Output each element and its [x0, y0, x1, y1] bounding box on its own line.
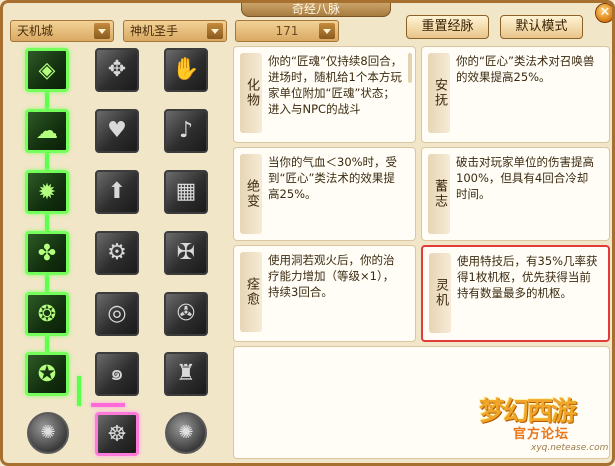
wall-icon: ▦: [175, 179, 197, 204]
trait-card[interactable]: 绝变 当你的气血＜30%时，受到“匠心”类法术的效果提高25%。: [233, 147, 416, 241]
bell-icon: ♪: [178, 118, 194, 143]
trait-card[interactable]: 痊愈 使用洞若观火后，你的治疗能力增加（等级×1），持续3回合。: [233, 245, 416, 342]
skill-r3c1[interactable]: ✹: [25, 170, 69, 214]
spiral-icon: ๑: [110, 361, 124, 386]
window-title: 奇经八脉: [241, 3, 391, 17]
path-line: [77, 376, 81, 406]
clover-knot-icon: ✥: [107, 57, 127, 82]
arrow-up-icon: ⬆: [107, 179, 127, 204]
trait-card-selected[interactable]: 灵机 使用特技后，有35%几率获得1枚机枢，优先获得当前持有数量最多的机枢。: [421, 245, 610, 342]
skill-r4c3[interactable]: ✠: [164, 231, 208, 275]
close-button[interactable]: ✕: [595, 3, 612, 23]
faction-dropdown[interactable]: 神机圣手: [123, 20, 227, 42]
skill-r2c3[interactable]: ♪: [164, 109, 208, 153]
default-mode-button[interactable]: 默认模式: [500, 15, 583, 39]
skill-r2c2[interactable]: ♥: [95, 109, 139, 153]
skill-r4c1[interactable]: ✤: [25, 231, 69, 275]
trait-desc: 你的“匠心”类法术对召唤兽的效果提高25%。: [456, 54, 595, 84]
school-dropdown[interactable]: 天机城: [10, 20, 114, 42]
trait-desc: 使用特技后，有35%几率获得1枚机枢，优先获得当前持有数量最多的机枢。: [457, 254, 598, 300]
trait-name: 安抚: [428, 53, 450, 133]
gear-flower-icon: ❂: [37, 302, 57, 327]
reset-meridian-button[interactable]: 重置经脉: [406, 15, 489, 39]
bonus-skill-right[interactable]: ✺: [165, 412, 207, 454]
trait-card[interactable]: 安抚 你的“匠心”类法术对召唤兽的效果提高25%。: [421, 46, 610, 143]
site-watermark: 梦幻西游 官方论坛 xyq.netease.com: [473, 391, 612, 461]
trait-desc: 破击对玩家单位的伤害提高100%，但具有4回合冷却时间。: [456, 155, 594, 201]
trait-card[interactable]: 蓄志 破击对玩家单位的伤害提高100%，但具有4回合冷却时间。: [421, 147, 610, 241]
trait-name: 灵机: [429, 253, 451, 333]
horn-icon: ✇: [176, 301, 196, 326]
skill-r5c3[interactable]: ✇: [164, 292, 208, 336]
bonus-skill-center[interactable]: ☸: [95, 412, 139, 456]
chain-icon: ✠: [176, 240, 196, 265]
skill-r1c3[interactable]: ✋: [164, 48, 208, 92]
trait-desc: 使用洞若观火后，你的治疗能力增加（等级×1），持续3回合。: [268, 253, 395, 299]
swirl-cloud-icon: ☁: [36, 119, 58, 144]
level-value: 171: [275, 24, 299, 38]
trait-name: 痊愈: [240, 252, 262, 332]
golem-icon: ♜: [176, 361, 196, 386]
faction-value: 神机圣手: [130, 24, 179, 38]
skill-r4c2[interactable]: ⚙: [95, 231, 139, 275]
watermark-sub: 官方论坛: [513, 427, 570, 442]
gear-circle-icon: ⚙: [107, 240, 127, 265]
trait-card[interactable]: 化物 你的“匠魂”仅持续8回合，进场时，随机给1个本方玩家单位附加“匠魂”状态；…: [233, 46, 416, 143]
chevron-down-icon[interactable]: [94, 23, 110, 39]
trait-desc: 当你的气血＜30%时，受到“匠心”类法术的效果提高25%。: [268, 155, 398, 201]
level-dropdown[interactable]: 171: [235, 20, 339, 42]
skill-r5c2[interactable]: ◎: [95, 292, 139, 336]
skill-r3c2[interactable]: ⬆: [95, 170, 139, 214]
watermark-url: xyq.netease.com: [531, 443, 609, 453]
meridian-window: 奇经八脉 ✕ 天机城 神机圣手 171 重置经脉 默认模式 ◈ ✥ ✋ ☁ ♥ …: [0, 0, 615, 466]
chevron-down-icon[interactable]: [319, 23, 335, 39]
skill-r6c1[interactable]: ✪: [25, 352, 69, 396]
diamond-rune-icon: ◈: [38, 58, 56, 83]
skill-tree: ◈ ✥ ✋ ☁ ♥ ♪ ✹ ⬆ ▦ ✤ ⚙ ✠ ❂ ◎ ✇ ✪ ๑ ♜ ✺ ☸ …: [13, 46, 228, 461]
trait-name: 蓄志: [428, 154, 450, 234]
orb-rune-icon: ✪: [37, 362, 57, 387]
trait-name: 绝变: [240, 154, 262, 234]
chevron-down-icon[interactable]: [207, 23, 223, 39]
trait-name: 化物: [240, 53, 262, 133]
skill-r3c3[interactable]: ▦: [164, 170, 208, 214]
bonus-skill-left[interactable]: ✺: [27, 412, 69, 454]
skill-r6c3[interactable]: ♜: [164, 352, 208, 396]
trait-desc: 你的“匠魂”仅持续8回合，进场时，随机给1个本方玩家单位附加“匠魂”状态；进入与…: [268, 54, 403, 116]
skill-r5c1[interactable]: ❂: [25, 292, 69, 336]
figure-rune-icon: ✤: [37, 241, 57, 266]
hand-icon: ✋: [172, 57, 200, 82]
skill-r6c2[interactable]: ๑: [95, 352, 139, 396]
skill-r2c1[interactable]: ☁: [25, 109, 69, 153]
path-line-alt: [91, 403, 125, 407]
school-value: 天机城: [17, 24, 54, 38]
spiral-coin-icon: ✺: [40, 422, 56, 443]
spiral-icon: ◎: [107, 301, 127, 326]
heart-icon: ♥: [107, 118, 127, 143]
scrollbar[interactable]: [408, 53, 412, 83]
skill-r1c2[interactable]: ✥: [95, 48, 139, 92]
skill-r1c1[interactable]: ◈: [25, 48, 69, 92]
spiral-coin-icon: ✺: [178, 422, 194, 443]
sun-burst-icon: ✹: [37, 180, 57, 205]
mech-core-icon: ☸: [107, 422, 127, 447]
close-icon: ✕: [599, 5, 611, 20]
